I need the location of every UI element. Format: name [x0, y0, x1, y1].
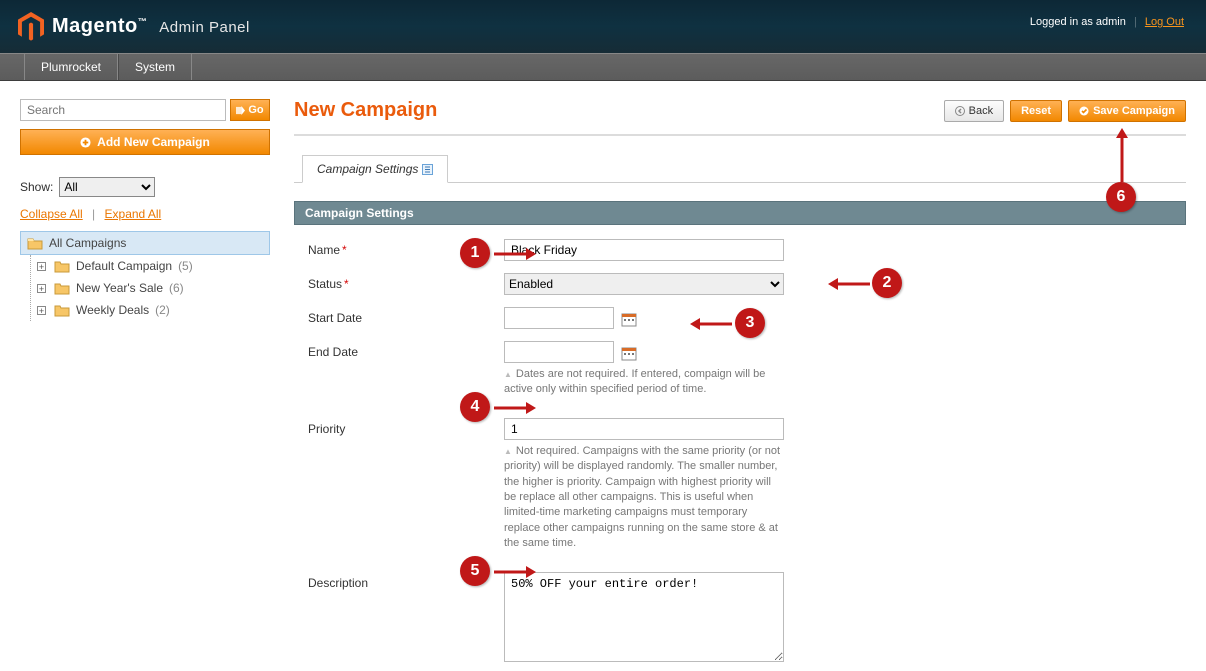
- tree-item-count: (2): [155, 303, 170, 317]
- search-go-button[interactable]: Go: [230, 99, 270, 121]
- show-select[interactable]: All: [59, 177, 155, 197]
- folder-icon: [54, 259, 70, 273]
- collapse-all-link[interactable]: Collapse All: [20, 207, 83, 221]
- magento-icon: [18, 12, 44, 42]
- annotation-arrow: [494, 247, 536, 261]
- menu-plumrocket[interactable]: Plumrocket: [24, 54, 118, 80]
- priority-hint: Not required. Campaigns with the same pr…: [504, 444, 784, 552]
- priority-label: Priority: [308, 422, 345, 436]
- annotation-marker-1: 1: [460, 238, 490, 268]
- calendar-icon[interactable]: [621, 345, 637, 361]
- campaign-form: Name* Status* Enabled Start Date: [294, 225, 1186, 671]
- check-circle-icon: [1079, 106, 1089, 116]
- tree-item[interactable]: + Default Campaign (5): [37, 255, 270, 277]
- annotation-marker-6: 6: [1106, 182, 1136, 212]
- campaign-tree: All Campaigns + Default Campaign (5) + N…: [20, 231, 270, 321]
- start-date-field[interactable]: [504, 307, 614, 329]
- save-campaign-button[interactable]: Save Campaign: [1068, 100, 1186, 122]
- description-field[interactable]: 50% OFF your entire order!: [504, 572, 784, 662]
- tree-root[interactable]: All Campaigns: [20, 231, 270, 255]
- dates-hint: Dates are not required. If entered, comp…: [504, 367, 784, 398]
- tree-item-label: New Year's Sale: [76, 281, 163, 295]
- main-content: New Campaign Back Reset Save Campaign Ca…: [294, 99, 1186, 671]
- folder-icon: [27, 236, 43, 250]
- header-account: Logged in as admin | Log Out: [1030, 16, 1184, 28]
- tree-item[interactable]: + Weekly Deals (2): [37, 299, 270, 321]
- tree-item-label: Default Campaign: [76, 259, 172, 273]
- tree-item-count: (5): [178, 259, 193, 273]
- description-label: Description: [308, 576, 368, 590]
- expand-icon[interactable]: +: [37, 284, 46, 293]
- annotation-arrow: [494, 401, 536, 415]
- brand-name: Magento™ Admin Panel: [52, 15, 250, 38]
- tree-root-label: All Campaigns: [49, 236, 126, 250]
- name-label: Name: [308, 243, 340, 257]
- logout-link[interactable]: Log Out: [1145, 16, 1184, 28]
- add-new-campaign-button[interactable]: Add New Campaign: [20, 129, 270, 155]
- main-menu: Plumrocket System: [0, 53, 1206, 81]
- expand-icon[interactable]: +: [37, 262, 46, 271]
- annotation-arrow: [828, 277, 870, 291]
- reset-button[interactable]: Reset: [1010, 100, 1062, 122]
- calendar-icon[interactable]: [621, 311, 637, 327]
- section-header: Campaign Settings: [294, 201, 1186, 225]
- tree-item-label: Weekly Deals: [76, 303, 149, 317]
- logged-in-text: Logged in as admin: [1030, 16, 1126, 28]
- brand-logo: Magento™ Admin Panel: [18, 12, 250, 42]
- expand-all-link[interactable]: Expand All: [105, 207, 162, 221]
- show-label: Show:: [20, 180, 53, 194]
- annotation-arrow: [1115, 128, 1129, 182]
- tab-bar: Campaign Settings: [294, 154, 1186, 183]
- page-title: New Campaign: [294, 99, 437, 122]
- back-icon: [955, 106, 965, 116]
- folder-icon: [54, 303, 70, 317]
- annotation-arrow: [690, 317, 732, 331]
- search-input[interactable]: [20, 99, 226, 121]
- annotation-marker-4: 4: [460, 392, 490, 422]
- annotation-marker-3: 3: [735, 308, 765, 338]
- name-field[interactable]: [504, 239, 784, 261]
- folder-icon: [54, 281, 70, 295]
- sidebar: Go Add New Campaign Show: All Collapse A…: [20, 99, 270, 321]
- brand-suffix: Admin Panel: [159, 19, 250, 36]
- status-label: Status: [308, 277, 342, 291]
- menu-system[interactable]: System: [118, 54, 192, 80]
- tab-active-icon: [422, 164, 433, 175]
- tab-campaign-settings[interactable]: Campaign Settings: [302, 155, 448, 183]
- annotation-marker-5: 5: [460, 556, 490, 586]
- annotation-marker-2: 2: [872, 268, 902, 298]
- search-go-icon: [236, 106, 245, 115]
- priority-field[interactable]: [504, 418, 784, 440]
- expand-icon[interactable]: +: [37, 306, 46, 315]
- tree-item-count: (6): [169, 281, 184, 295]
- start-date-label: Start Date: [308, 311, 362, 325]
- admin-header: Magento™ Admin Panel Logged in as admin …: [0, 0, 1206, 53]
- annotation-arrow: [494, 565, 536, 579]
- status-select[interactable]: Enabled: [504, 273, 784, 295]
- end-date-field[interactable]: [504, 341, 614, 363]
- plus-circle-icon: [80, 137, 91, 148]
- back-button[interactable]: Back: [944, 100, 1004, 122]
- tree-item[interactable]: + New Year's Sale (6): [37, 277, 270, 299]
- end-date-label: End Date: [308, 345, 358, 359]
